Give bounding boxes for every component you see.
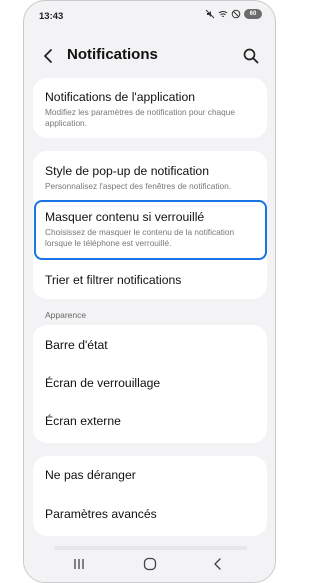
wifi-icon <box>218 9 228 19</box>
item-label: Paramètres avancés <box>45 507 157 521</box>
item-label: Écran de verrouillage <box>45 376 161 390</box>
page-title: Notifications <box>67 46 158 63</box>
nav-back-icon[interactable] <box>210 556 226 572</box>
recents-icon[interactable] <box>71 556 87 572</box>
do-not-disturb-icon <box>231 9 241 19</box>
settings-card-appearance: Barre d'état Écran de verrouillage Écran… <box>33 325 267 443</box>
item-label: Écran externe <box>45 414 121 428</box>
mute-icon <box>205 9 215 19</box>
do-not-disturb-item[interactable]: Ne pas déranger <box>33 468 267 483</box>
item-description: Personnalisez l'aspect des fenêtres de n… <box>45 181 232 191</box>
status-icons: 60 <box>205 9 262 19</box>
popup-style-item[interactable]: Style de pop-up de notification Personna… <box>33 164 267 192</box>
status-bar: 13:43 60 <box>24 1 275 31</box>
back-arrow-icon[interactable] <box>40 47 58 65</box>
settings-card-app-notifications: Notifications de l'application Modifiez … <box>33 78 267 138</box>
status-bar-item[interactable]: Barre d'état <box>33 338 267 353</box>
search-icon[interactable] <box>242 47 260 65</box>
app-header: Notifications <box>24 39 275 73</box>
item-label: Ne pas déranger <box>45 468 136 482</box>
status-time: 13:43 <box>39 11 64 22</box>
settings-card-advanced: Ne pas déranger Paramètres avancés <box>33 456 267 536</box>
hide-content-locked-item[interactable]: Masquer contenu si verrouillé Choisissez… <box>33 210 267 249</box>
battery-icon: 60 <box>244 9 262 19</box>
scroll-peek <box>54 546 247 550</box>
item-label: Style de pop-up de notification <box>45 164 209 178</box>
item-label: Barre d'état <box>45 338 108 352</box>
item-description: Modifiez les paramètres de notification … <box>45 107 236 128</box>
item-label: Notifications de l'application <box>45 90 196 104</box>
lock-screen-item[interactable]: Écran de verrouillage <box>33 376 267 391</box>
item-label: Trier et filtrer notifications <box>45 273 182 287</box>
phone-frame: 13:43 60 Notifications Notifications de … <box>23 0 276 583</box>
advanced-settings-item[interactable]: Paramètres avancés <box>33 507 267 522</box>
section-header-appearance: Apparence <box>45 310 87 320</box>
external-screen-item[interactable]: Écran externe <box>33 414 267 429</box>
home-icon[interactable] <box>142 556 158 572</box>
navigation-bar <box>24 544 275 582</box>
item-description: Choisissez de masquer le contenu de la n… <box>45 227 235 248</box>
sort-filter-item[interactable]: Trier et filtrer notifications <box>33 273 267 288</box>
settings-card-notification-style: Style de pop-up de notification Personna… <box>33 151 267 299</box>
item-label: Masquer contenu si verrouillé <box>45 210 205 224</box>
app-notifications-item[interactable]: Notifications de l'application Modifiez … <box>33 90 267 129</box>
